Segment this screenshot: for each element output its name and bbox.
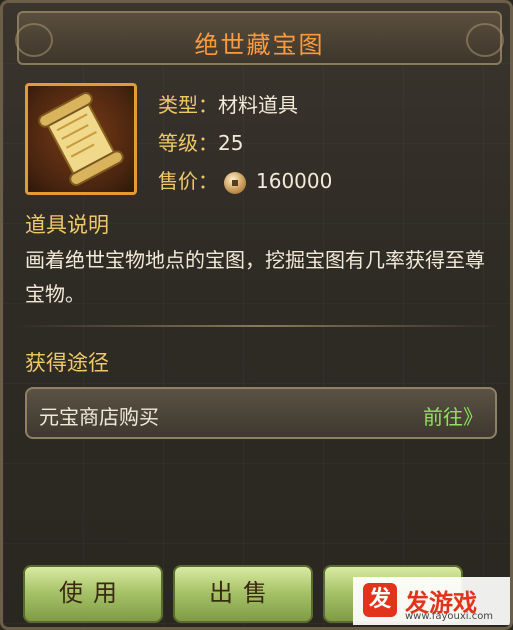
item-type-label: 类型：: [158, 93, 218, 117]
source-item[interactable]: 元宝商店购买 前往》: [25, 387, 497, 439]
description-text: 画着绝世宝物地点的宝图，挖掘宝图有几率获得至尊宝物。: [25, 248, 485, 306]
title-bar: 绝世藏宝图: [15, 11, 504, 65]
use-button[interactable]: 使用: [23, 565, 163, 623]
watermark-badge: 发 发游戏 www.fayouxi.com: [353, 577, 510, 625]
item-level-row: 等级：25: [158, 127, 243, 156]
title-ornament-right-icon: [466, 23, 504, 57]
go-to-link[interactable]: 前往》: [423, 401, 483, 430]
description-heading: 道具说明: [25, 213, 109, 237]
source-heading: 获得途径: [25, 351, 109, 375]
section-divider: [15, 325, 504, 327]
item-level-value: 25: [218, 131, 244, 155]
item-detail-panel: 绝世藏宝图 类型：材料道具 等级：25 售价： 160000 道具说明 画着绝世宝…: [0, 0, 513, 630]
item-icon-slot: [25, 83, 137, 195]
item-level-label: 等级：: [158, 131, 218, 155]
item-title: 绝世藏宝图: [194, 31, 325, 59]
watermark: 发 发游戏 www.fayouxi.com: [345, 551, 510, 627]
coin-icon: [224, 171, 246, 194]
watermark-logo-icon: 发: [363, 583, 397, 617]
item-price-label: 售价：: [158, 169, 218, 193]
source-item-name: 元宝商店购买: [39, 405, 159, 429]
item-type-value: 材料道具: [218, 93, 298, 117]
item-type-row: 类型：材料道具: [158, 89, 298, 118]
sell-button[interactable]: 出售: [173, 565, 313, 623]
item-price-row: 售价： 160000: [158, 165, 332, 194]
item-price-value: 160000: [256, 169, 333, 193]
treasure-map-scroll-icon: [38, 92, 124, 186]
watermark-url: www.fayouxi.com: [405, 611, 494, 622]
